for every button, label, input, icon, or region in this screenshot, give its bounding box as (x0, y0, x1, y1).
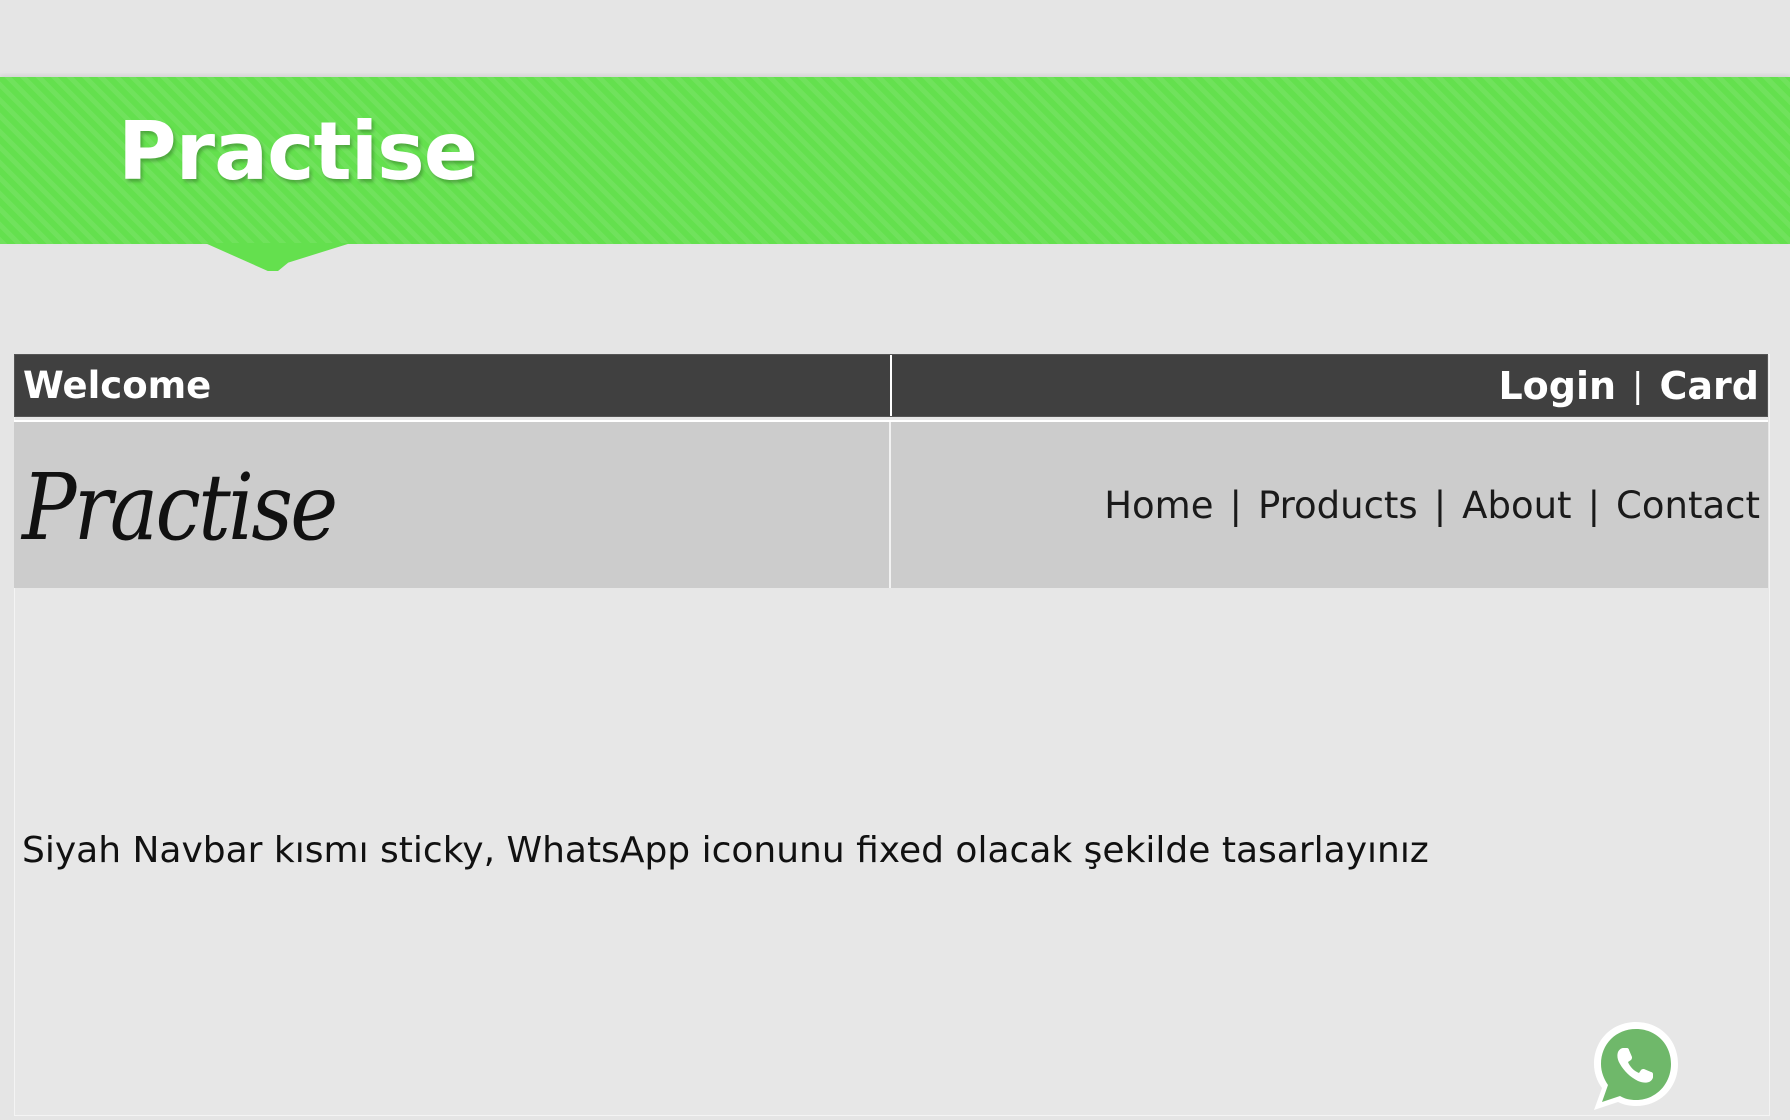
nav-separator: | (1433, 483, 1447, 527)
main-nav: Home | Products | About | Contact (1104, 484, 1760, 527)
topbar-right-cell: Login | Card (892, 355, 1767, 416)
nav-separator: | (1229, 483, 1242, 527)
card-link[interactable]: Card (1660, 364, 1759, 408)
site-logo[interactable]: Practise (22, 462, 338, 554)
header-logo-cell: Practise (14, 422, 891, 588)
banner-notch (205, 243, 351, 271)
nav-item-home[interactable]: Home (1104, 484, 1213, 527)
top-navbar: Welcome Login | Card (14, 354, 1768, 417)
welcome-text: Welcome (23, 364, 212, 407)
topbar-left-cell: Welcome (15, 355, 892, 416)
nav-item-about[interactable]: About (1462, 484, 1571, 527)
content-text: Siyah Navbar kısmı sticky, WhatsApp icon… (22, 830, 1429, 871)
whatsapp-icon[interactable] (1588, 1018, 1684, 1114)
auth-separator: | (1632, 365, 1644, 406)
login-link[interactable]: Login (1498, 364, 1616, 408)
nav-separator: | (1587, 483, 1601, 527)
auth-links: Login | Card (1498, 364, 1759, 408)
nav-item-contact[interactable]: Contact (1616, 484, 1760, 527)
nav-item-products[interactable]: Products (1258, 484, 1418, 527)
header-nav-cell: Home | Products | About | Contact (891, 422, 1768, 588)
header-row: Practise Home | Products | About | Conta… (14, 420, 1768, 588)
banner-title: Practise (118, 105, 478, 198)
whatsapp-icon-graphic (1594, 1022, 1678, 1110)
